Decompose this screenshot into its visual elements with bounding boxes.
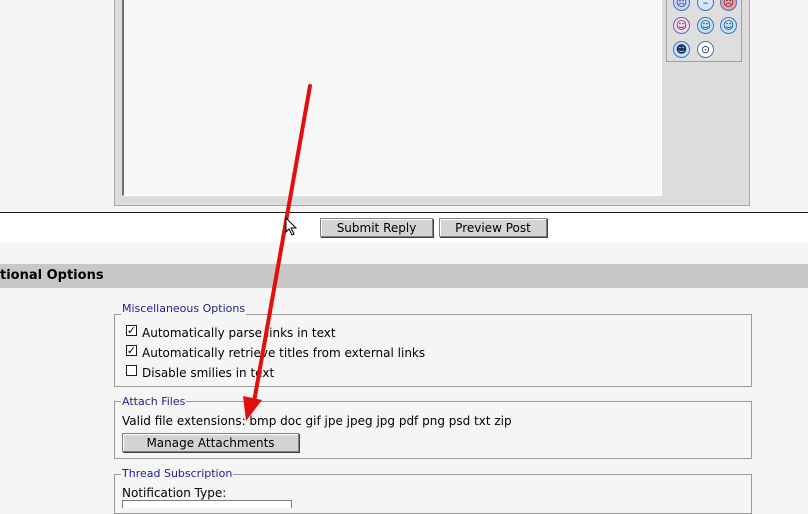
- checkmark-icon: ✓: [126, 344, 137, 357]
- submit-reply-button[interactable]: Submit Reply: [320, 218, 433, 237]
- attach-files-legend: Attach Files: [121, 395, 187, 408]
- message-textarea[interactable]: [122, 0, 662, 196]
- retrieve-titles-label: Automatically retrieve titles from exter…: [142, 346, 426, 360]
- notification-type-label: Notification Type:: [122, 486, 227, 500]
- notification-type-select[interactable]: [122, 500, 292, 508]
- section-title: tional Options: [0, 268, 104, 283]
- retrieve-titles-checkbox[interactable]: ✓: [126, 345, 137, 356]
- shocked-smiley-icon[interactable]: ⊙: [697, 41, 714, 58]
- thread-subscription-legend: Thread Subscription: [121, 467, 234, 480]
- mouse-cursor-icon: [285, 217, 298, 236]
- cool-smiley-icon[interactable]: ☻: [673, 41, 690, 58]
- smile-smiley-icon[interactable]: ☺: [697, 17, 714, 34]
- checkmark-icon: ✓: [126, 324, 137, 337]
- valid-extensions-text: Valid file extensions: bmp doc gif jpe j…: [122, 414, 512, 428]
- disable-smilies-checkbox[interactable]: [126, 365, 137, 376]
- parse-links-label: Automatically parse links in text: [142, 326, 336, 340]
- tongue-smiley-icon[interactable]: ☺: [673, 17, 690, 34]
- additional-options-header: tional Options: [0, 264, 808, 288]
- parse-links-checkbox[interactable]: ✓: [126, 325, 137, 336]
- manage-attachments-button[interactable]: Manage Attachments: [122, 433, 299, 452]
- preview-post-button[interactable]: Preview Post: [439, 218, 547, 237]
- misc-options-legend: Miscellaneous Options: [121, 302, 247, 315]
- wink-smiley-icon[interactable]: ☺: [720, 17, 737, 34]
- disable-smilies-label: Disable smilies in text: [142, 366, 275, 380]
